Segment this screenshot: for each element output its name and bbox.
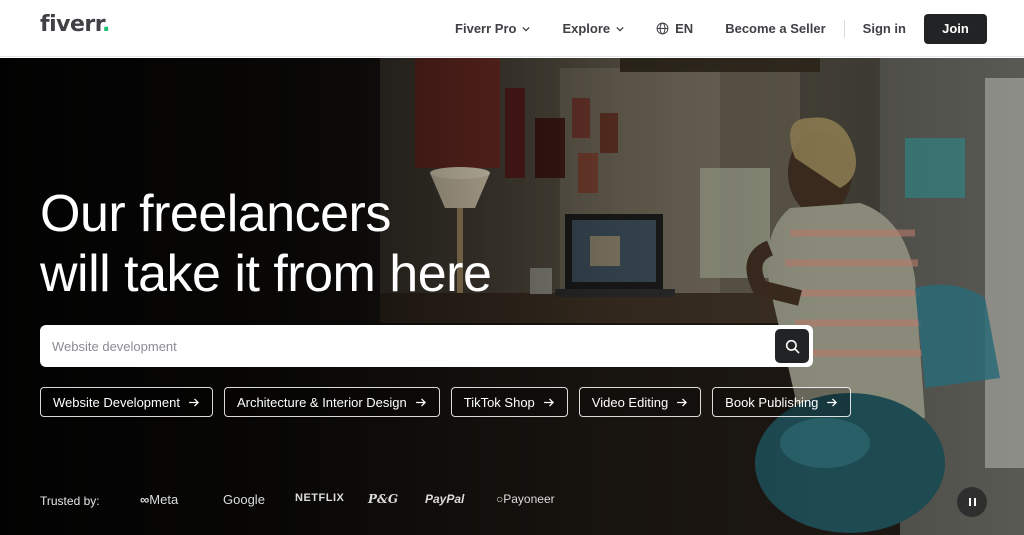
arrow-right-icon xyxy=(677,397,688,407)
chip-book-publishing[interactable]: Book Publishing xyxy=(712,387,852,417)
meta-logo-icon: ∞ xyxy=(140,492,150,507)
chip-label: Book Publishing xyxy=(725,394,819,410)
headline-line-1: Our freelancers xyxy=(40,185,391,243)
pause-icon-bar xyxy=(973,498,976,506)
nav-divider xyxy=(843,19,845,38)
brand-payoneer: ○Payoneer xyxy=(496,492,555,506)
nav-sign-in[interactable]: Sign in xyxy=(863,21,906,36)
brand-meta: ∞Meta xyxy=(140,492,178,507)
chip-label: Video Editing xyxy=(591,394,669,410)
chip-video-editing[interactable]: Video Editing xyxy=(578,387,702,417)
nav-become-seller[interactable]: Become a Seller xyxy=(725,21,825,36)
brand-pg: P&G xyxy=(368,492,399,506)
chip-tiktok-shop[interactable]: TikTok Shop xyxy=(450,387,568,417)
chip-architecture-interior-design[interactable]: Architecture & Interior Design xyxy=(223,387,440,417)
chip-label: Architecture & Interior Design xyxy=(236,394,407,410)
chip-label: Website Development xyxy=(53,394,180,410)
nav-become-seller-label: Become a Seller xyxy=(725,21,826,36)
popular-services: Website Development Architecture & Inter… xyxy=(40,387,862,417)
chip-website-development[interactable]: Website Development xyxy=(40,387,213,417)
pause-icon xyxy=(968,498,971,506)
trusted-by-label: Trusted by: xyxy=(40,494,100,508)
nav-sign-in-label: Sign in xyxy=(862,21,906,36)
nav-fiverr-pro[interactable]: Fiverr Pro xyxy=(455,21,531,36)
top-header: fiverr. Fiverr Pro Explore EN Become a S… xyxy=(0,0,1024,57)
arrow-right-icon xyxy=(189,397,199,407)
nav-explore[interactable]: Explore xyxy=(562,21,624,36)
hero-headline: Our freelancers will take it from here xyxy=(40,184,492,304)
nav-language-label: EN xyxy=(675,21,694,36)
arrow-right-icon xyxy=(415,397,426,407)
fiverr-logo[interactable]: fiverr. xyxy=(40,12,110,37)
chevron-down-icon xyxy=(616,26,624,32)
brand-google: Google xyxy=(223,492,265,507)
main-nav: Fiverr Pro Explore EN Become a Seller Si… xyxy=(455,0,987,57)
nav-explore-label: Explore xyxy=(562,21,611,36)
nav-fiverr-pro-label: Fiverr Pro xyxy=(455,21,517,36)
search-button[interactable] xyxy=(775,329,809,363)
search-input[interactable] xyxy=(52,325,752,367)
nav-language[interactable]: EN xyxy=(656,21,693,36)
logo-text: fiverr xyxy=(40,12,102,37)
hero-section: Our freelancers will take it from here W… xyxy=(0,58,1024,535)
arrow-right-icon xyxy=(543,397,554,407)
brand-label: Payoneer xyxy=(503,492,555,506)
chevron-down-icon xyxy=(522,26,531,32)
join-button[interactable]: Join xyxy=(924,13,987,44)
logo-dot: . xyxy=(101,12,110,37)
brand-label: Meta xyxy=(149,492,179,507)
arrow-right-icon xyxy=(827,397,838,407)
brand-paypal: PayPal xyxy=(425,492,465,506)
brand-netflix: NETFLIX xyxy=(295,492,345,504)
globe-icon xyxy=(656,22,669,35)
pause-video-button[interactable] xyxy=(957,487,987,517)
chip-label: TikTok Shop xyxy=(463,394,535,410)
headline-line-2: will take it from here xyxy=(40,245,492,303)
search-bar xyxy=(40,325,813,367)
search-icon xyxy=(785,339,799,353)
